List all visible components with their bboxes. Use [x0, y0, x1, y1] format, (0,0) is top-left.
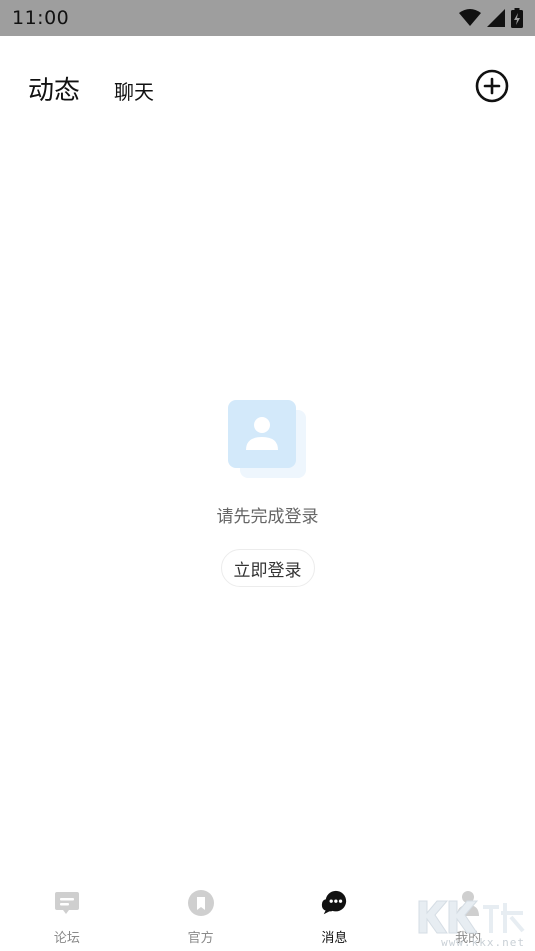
signal-icon: [487, 9, 505, 27]
forum-icon: [53, 889, 81, 917]
nav-label-official: 官方: [187, 931, 214, 946]
battery-charging-icon: [511, 8, 523, 28]
nav-label-forum: 论坛: [53, 931, 80, 946]
status-time: 11:00: [12, 7, 70, 29]
contact-card-icon: [227, 400, 306, 478]
status-icons: [459, 8, 523, 28]
nav-item-message[interactable]: 消息: [268, 880, 402, 951]
header: 动态 聊天: [0, 36, 535, 136]
message-icon: [320, 889, 348, 917]
tab-chat[interactable]: 聊天: [114, 76, 154, 105]
watermark-text: www.kkx.net: [441, 936, 525, 949]
empty-illustration: [227, 398, 308, 480]
tab-feed[interactable]: 动态: [28, 70, 80, 107]
empty-state: 请先完成登录 立即登录: [0, 398, 535, 587]
wifi-icon: [459, 9, 481, 26]
official-icon: [187, 889, 215, 917]
nav-item-official[interactable]: 官方: [134, 880, 268, 951]
watermark: www.kkx.net: [415, 897, 527, 949]
plus-circle-icon: [475, 69, 509, 103]
nav-item-forum[interactable]: 论坛: [0, 880, 134, 951]
add-button[interactable]: [475, 69, 509, 103]
empty-message: 请先完成登录: [216, 507, 319, 527]
status-bar: 11:00: [0, 0, 535, 36]
nav-label-message: 消息: [321, 931, 348, 946]
login-button[interactable]: 立即登录: [220, 549, 315, 587]
kk-logo-icon: [418, 900, 525, 934]
